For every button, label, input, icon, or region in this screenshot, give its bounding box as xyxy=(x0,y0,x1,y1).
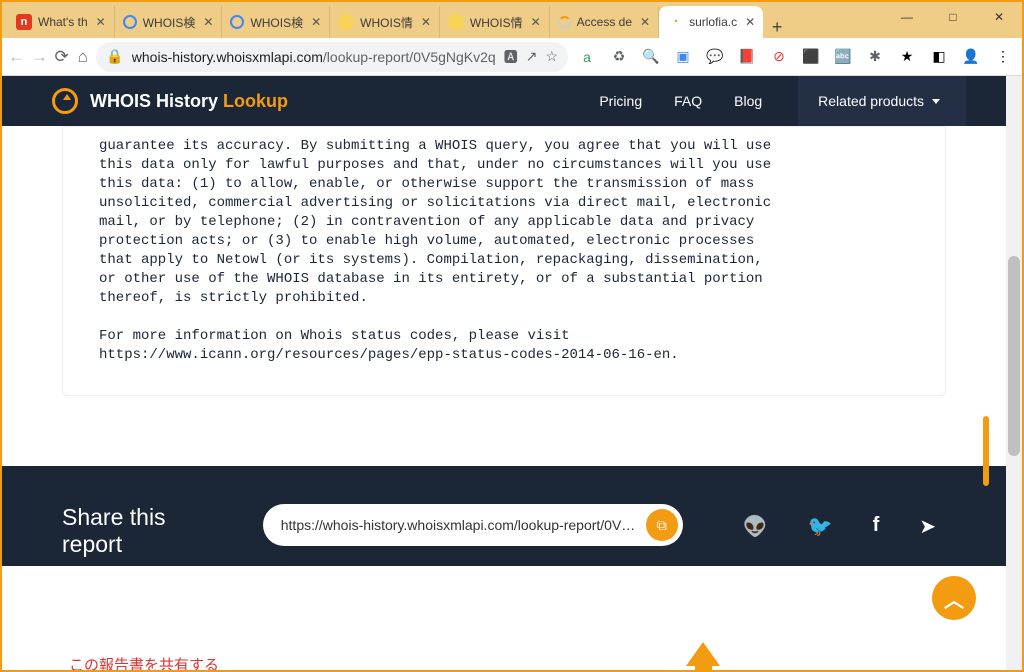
tab-title: WHOIS情 xyxy=(360,14,413,31)
facebook-icon[interactable]: f xyxy=(873,514,880,539)
brand[interactable]: WHOIS History Lookup xyxy=(52,88,288,114)
tab-title: WHOIS検 xyxy=(143,14,196,31)
close-icon[interactable]: ✕ xyxy=(421,15,431,29)
brand-logo-icon xyxy=(52,88,78,114)
twitter-icon[interactable]: 🐦 xyxy=(808,514,833,539)
header-nav: Pricing FAQ Blog Related products xyxy=(583,76,966,126)
nav-faq[interactable]: FAQ xyxy=(658,93,718,109)
favicon-loading-icon xyxy=(558,16,571,29)
close-icon[interactable]: ✕ xyxy=(745,15,755,29)
related-products-dropdown[interactable]: Related products xyxy=(798,76,966,126)
new-tab-button[interactable]: + xyxy=(763,17,791,38)
url-text: whois-history.whoisxmlapi.com/lookup-rep… xyxy=(132,49,496,65)
extension-icon[interactable]: ⋮ xyxy=(990,44,1016,70)
extension-icon[interactable]: ♻ xyxy=(606,44,632,70)
share-url-icon[interactable]: ↗ xyxy=(526,48,538,65)
extension-icon[interactable]: 🔍 xyxy=(638,44,664,70)
tab-title: surlofia.c xyxy=(689,15,737,29)
tab-3[interactable]: WHOIS情 ✕ xyxy=(330,6,440,38)
tab-title: WHOIS情 xyxy=(470,14,523,31)
browser-tabs: n What's th ✕ WHOIS検 ✕ WHOIS検 ✕ WHOIS情 ✕… xyxy=(8,2,791,38)
extensions-area: a♻🔍▣💬📕⊘⬛🔤✱★◧👤⋮ xyxy=(574,44,1016,70)
close-icon[interactable]: ✕ xyxy=(96,15,106,29)
share-url-field[interactable]: https://whois-history.whoisxmlapi.com/lo… xyxy=(263,504,683,546)
share-section: Share this report https://whois-history.… xyxy=(2,466,1006,566)
tab-6-active[interactable]: ◔ surlofia.c ✕ xyxy=(659,6,763,38)
favicon-lion-icon xyxy=(448,14,464,30)
share-title: Share this report xyxy=(62,504,203,558)
brand-text: WHOIS History Lookup xyxy=(90,91,288,112)
reddit-icon[interactable]: 👽 xyxy=(743,514,768,539)
favicon-orange-icon: ◔ xyxy=(667,14,683,30)
extension-icon[interactable]: ✱ xyxy=(862,44,888,70)
toolbar: ← → ⟳ ⌂ 🔒 whois-history.whoisxmlapi.com/… xyxy=(2,38,1022,76)
extension-icon[interactable]: ★ xyxy=(894,44,920,70)
extension-icon[interactable]: a xyxy=(574,44,600,70)
scrollbar-thumb[interactable] xyxy=(1008,256,1020,456)
close-window-button[interactable]: ✕ xyxy=(976,2,1022,32)
back-button[interactable]: ← xyxy=(8,42,25,72)
tab-title: Access de xyxy=(577,15,632,29)
tab-1[interactable]: WHOIS検 ✕ xyxy=(115,6,223,38)
tab-5[interactable]: Access de ✕ xyxy=(550,6,659,38)
extension-icon[interactable]: ⊘ xyxy=(766,44,792,70)
whois-raw-text: guarantee its accuracy. By submitting a … xyxy=(99,137,909,365)
copy-icon: ⧉ xyxy=(657,517,667,534)
translate-icon[interactable]: 🅰 xyxy=(504,47,518,67)
favicon-lion-icon xyxy=(338,14,354,30)
annotation-jp-label: この報告書を共有する xyxy=(58,648,230,670)
close-icon[interactable]: ✕ xyxy=(311,15,321,29)
extension-icon[interactable]: 👤 xyxy=(958,44,984,70)
reload-button[interactable]: ⟳ xyxy=(54,42,69,72)
extension-icon[interactable]: ◧ xyxy=(926,44,952,70)
annotation-arrow-icon xyxy=(688,642,718,670)
tab-2[interactable]: WHOIS検 ✕ xyxy=(222,6,330,38)
bookmark-star-icon[interactable]: ☆ xyxy=(545,48,558,65)
favicon-globe-icon xyxy=(123,15,137,29)
tab-title: WHOIS検 xyxy=(250,14,303,31)
tab-title: What's th xyxy=(38,15,88,29)
related-label: Related products xyxy=(818,93,924,109)
extension-icon[interactable]: 🔤 xyxy=(830,44,856,70)
tab-4[interactable]: WHOIS情 ✕ xyxy=(440,6,550,38)
extension-icon[interactable]: 💬 xyxy=(702,44,728,70)
extension-icon[interactable]: ⬛ xyxy=(798,44,824,70)
extension-icon[interactable]: 📕 xyxy=(734,44,760,70)
window-controls: — □ ✕ xyxy=(884,2,1022,32)
maximize-button[interactable]: □ xyxy=(930,2,976,32)
copy-button[interactable]: ⧉ xyxy=(646,509,678,541)
chevron-down-icon xyxy=(932,99,940,104)
page-content: WHOIS History Lookup Pricing FAQ Blog Re… xyxy=(2,76,1006,670)
minimize-button[interactable]: — xyxy=(884,2,930,32)
tab-0[interactable]: n What's th ✕ xyxy=(8,6,115,38)
social-links: 👽 🐦 f ➤ xyxy=(743,504,946,539)
whois-report-card: guarantee its accuracy. By submitting a … xyxy=(62,126,946,396)
nav-blog[interactable]: Blog xyxy=(718,93,778,109)
nav-pricing[interactable]: Pricing xyxy=(583,93,658,109)
favicon-n-icon: n xyxy=(16,14,32,30)
scroll-to-top-button[interactable]: ︿ xyxy=(932,576,976,620)
telegram-icon[interactable]: ➤ xyxy=(919,514,936,539)
close-icon[interactable]: ✕ xyxy=(640,15,650,29)
side-highlight-marker xyxy=(983,416,989,486)
forward-button[interactable]: → xyxy=(31,42,48,72)
vertical-scrollbar[interactable] xyxy=(1006,76,1022,670)
close-icon[interactable]: ✕ xyxy=(203,15,213,29)
lock-icon: 🔒 xyxy=(106,48,123,65)
site-header: WHOIS History Lookup Pricing FAQ Blog Re… xyxy=(2,76,1006,126)
extension-icon[interactable]: ▣ xyxy=(670,44,696,70)
address-bar[interactable]: 🔒 whois-history.whoisxmlapi.com/lookup-r… xyxy=(96,42,568,72)
favicon-globe-icon xyxy=(230,15,244,29)
window-titlebar: n What's th ✕ WHOIS検 ✕ WHOIS検 ✕ WHOIS情 ✕… xyxy=(2,2,1022,38)
close-icon[interactable]: ✕ xyxy=(531,15,541,29)
home-button[interactable]: ⌂ xyxy=(75,42,90,72)
share-url-text: https://whois-history.whoisxmlapi.com/lo… xyxy=(281,517,638,533)
